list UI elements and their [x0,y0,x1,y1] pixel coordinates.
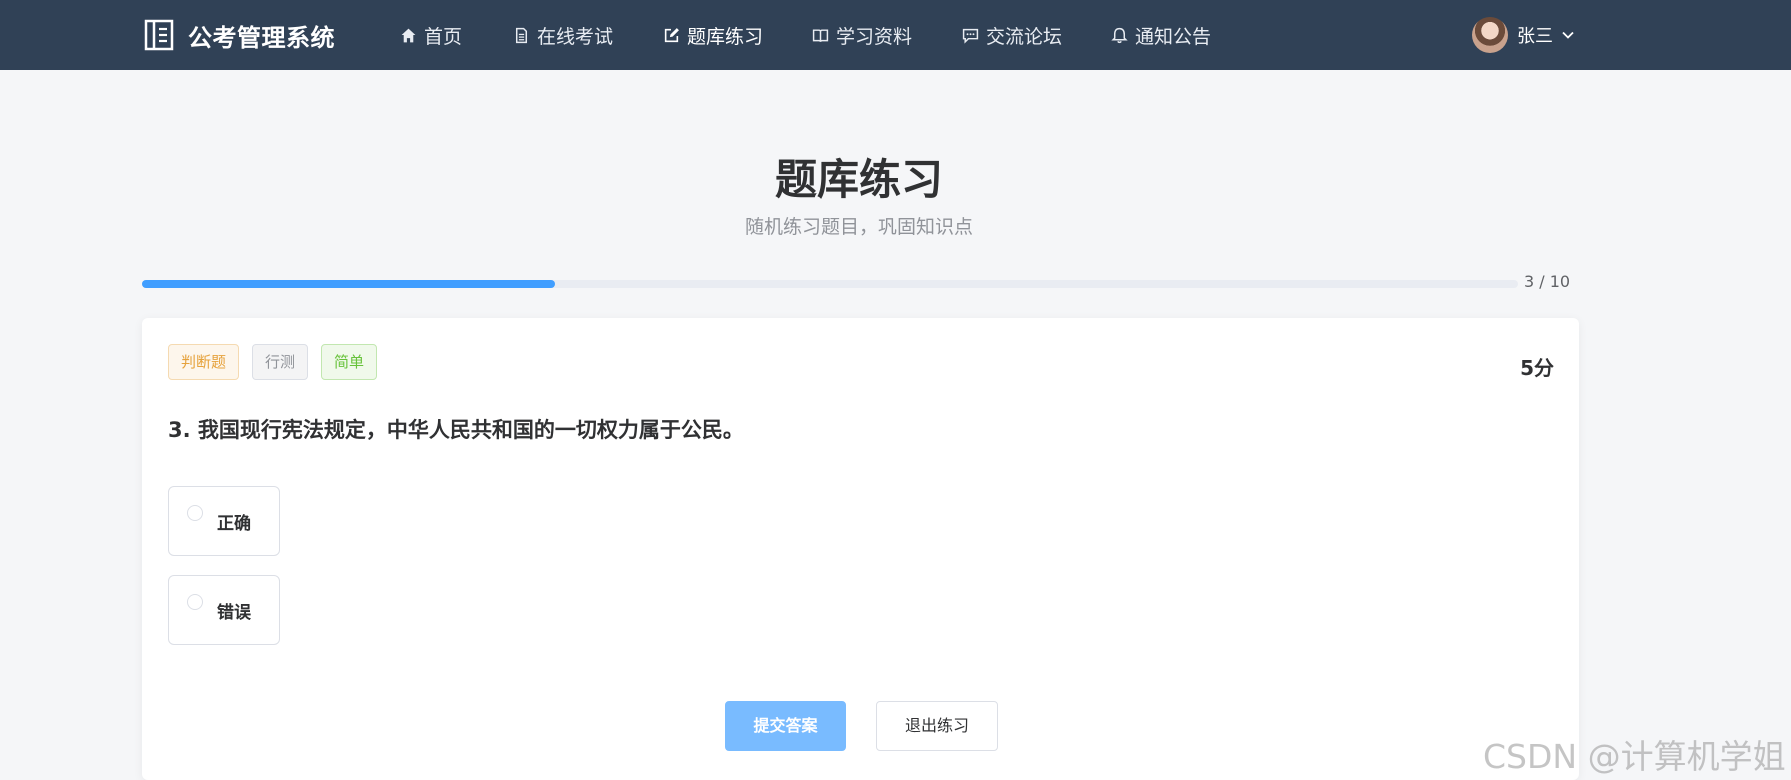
avatar [1472,17,1508,53]
nav-item-home[interactable]: 首页 [400,22,462,48]
question-text: 3. 我国现行宪法规定，中华人民共和国的一切权力属于公民。 [168,418,744,442]
radio-button[interactable] [187,505,203,521]
option-label: 正确 [217,514,251,534]
exit-practice-button[interactable]: 退出练习 [876,701,998,751]
option-false[interactable]: 错误 [168,575,280,645]
nav-item-label: 通知公告 [1135,25,1212,48]
nav-item-forum[interactable]: 交流论坛 [962,22,1062,48]
home-icon [401,28,416,42]
top-navbar: 公考管理系统 首页 在线考试 题库练习 学习资料 交流论坛 通知公告 张三 [0,0,1791,70]
edit-icon [664,27,679,42]
nav-item-label: 学习资料 [836,25,913,48]
chevron-down-icon [1562,31,1574,39]
progress-text: 3 / 10 [1524,272,1571,291]
page-title: 题库练习 [774,155,943,204]
nav-item-question-bank[interactable]: 题库练习 [663,22,763,48]
nav-item-label: 在线考试 [537,25,614,48]
app-title: 公考管理系统 [188,23,335,52]
nav-item-label: 交流论坛 [986,25,1063,48]
question-type-tag: 判断题 [168,344,240,380]
document-icon [515,27,528,43]
brand[interactable]: 公考管理系统 [144,18,335,52]
chat-icon [962,28,979,44]
book-icon [812,28,829,42]
nav-item-announcements[interactable]: 通知公告 [1111,22,1211,48]
nav-item-study-materials[interactable]: 学习资料 [812,22,912,48]
bell-icon [1111,27,1128,43]
option-true[interactable]: 正确 [168,486,280,556]
watermark: CSDN @计算机学姐 [1483,737,1786,776]
nav-item-label: 题库练习 [687,25,764,48]
progress-bar [142,280,1518,288]
user-menu[interactable]: 张三 [1472,15,1575,55]
question-score: 5分 [1520,356,1554,380]
progress-fill [142,280,555,288]
user-name: 张三 [1517,26,1553,47]
logo-icon [144,19,174,51]
difficulty-tag: 简单 [321,344,378,380]
radio-button[interactable] [187,594,203,610]
subject-tag: 行测 [252,344,309,380]
question-card: 判断题 行测 简单 5分 3. 我国现行宪法规定，中华人民共和国的一切权力属于公… [142,318,1579,780]
nav-item-label: 首页 [424,25,463,48]
nav-item-online-exam[interactable]: 在线考试 [513,22,613,48]
option-label: 错误 [217,603,251,623]
page-subtitle: 随机练习题目，巩固知识点 [744,216,973,238]
submit-answer-button[interactable]: 提交答案 [725,701,846,751]
